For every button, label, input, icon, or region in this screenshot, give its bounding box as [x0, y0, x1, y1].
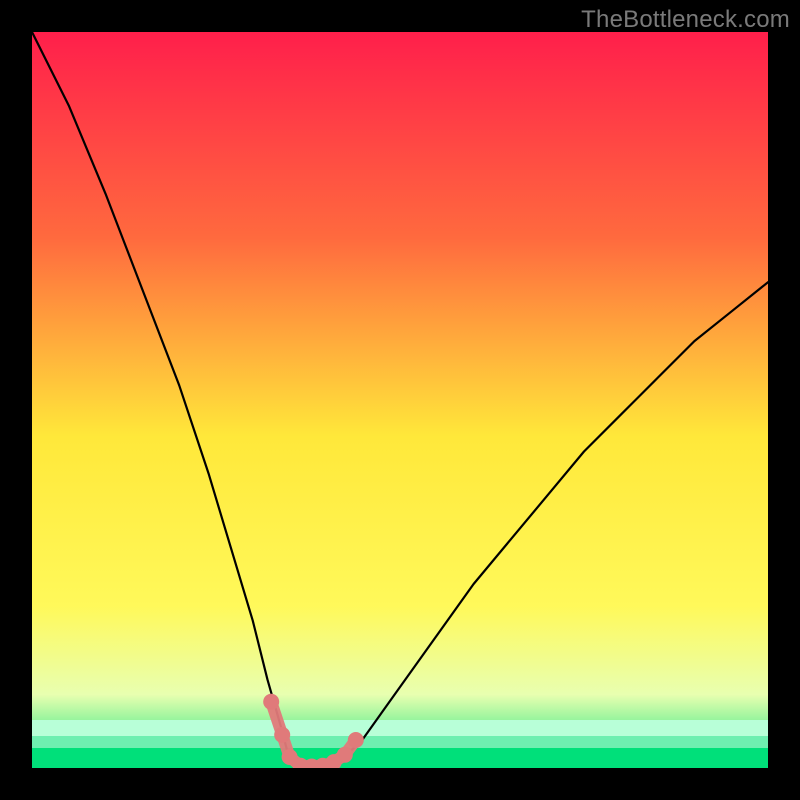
- marker-dot: [348, 732, 364, 748]
- marker-dot: [274, 727, 290, 743]
- band-pale-green: [32, 720, 768, 736]
- band-green: [32, 748, 768, 768]
- marker-dot: [263, 694, 279, 710]
- marker-dot: [337, 747, 353, 763]
- plot-background-gradient: [32, 32, 768, 768]
- chart-frame: TheBottleneck.com: [0, 0, 800, 800]
- plot-area: [32, 32, 768, 768]
- watermark-label: TheBottleneck.com: [581, 6, 790, 34]
- plot-svg: [32, 32, 768, 768]
- band-mid-green: [32, 736, 768, 748]
